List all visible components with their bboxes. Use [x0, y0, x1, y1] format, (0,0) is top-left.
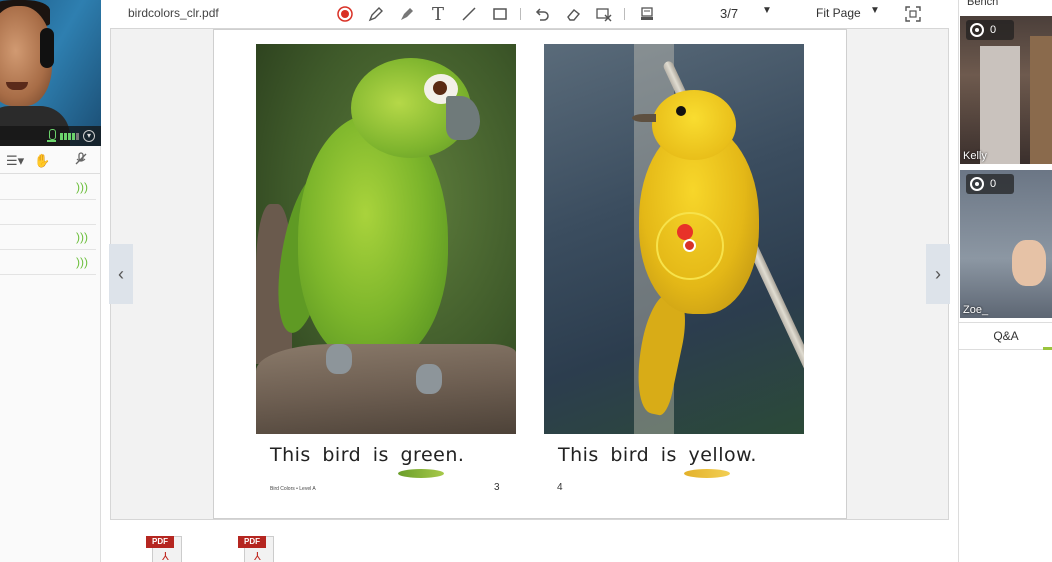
prev-page-button[interactable]: ‹ — [109, 244, 133, 304]
zoom-select[interactable]: Fit Page — [816, 6, 861, 20]
pdf-page[interactable]: This bird is green. This bird is yellow.… — [213, 29, 847, 519]
audio-wave-icon: ))) — [76, 180, 88, 194]
line-icon[interactable] — [458, 3, 480, 25]
student-name: Zoe_ — [963, 304, 989, 316]
eraser-icon[interactable] — [562, 3, 584, 25]
document-filename: birdcolors_clr.pdf — [128, 6, 219, 20]
award-icon — [970, 177, 984, 191]
audio-level-meter — [60, 132, 79, 140]
parrot-photo — [256, 44, 516, 434]
file-strip: PDF ⅄ PDF ⅄ — [110, 522, 949, 562]
list-item[interactable]: ))) — [0, 250, 96, 275]
clear-icon[interactable] — [593, 3, 615, 25]
mic-icon[interactable] — [46, 129, 56, 143]
pdf-file-icon[interactable]: PDF ⅄ — [146, 532, 186, 562]
toolbar-divider — [520, 8, 521, 20]
highlighter-icon[interactable] — [396, 3, 418, 25]
star-badge[interactable]: 0 — [966, 20, 1014, 40]
acrobat-icon: ⅄ — [162, 551, 169, 562]
rectangle-icon[interactable] — [489, 3, 511, 25]
document-toolbar: birdcolors_clr.pdf T 3/7 ▼ Fit Page ▼ — [112, 0, 948, 28]
right-panel: Bench 0 Kelly 0 Zoe_ Q&A — [958, 0, 1052, 562]
student-video-tile[interactable]: 0 Zoe_ — [960, 170, 1052, 318]
warbler-photo — [544, 44, 804, 434]
award-icon — [970, 23, 984, 37]
list-menu-icon[interactable]: ☰▾ — [6, 153, 24, 169]
feather-icon — [398, 469, 444, 478]
annotation-dot[interactable] — [677, 224, 693, 240]
feather-icon — [684, 469, 730, 478]
acrobat-icon: ⅄ — [254, 551, 261, 562]
page-indicator[interactable]: 3/7 — [720, 6, 738, 21]
next-page-button[interactable]: › — [926, 244, 950, 304]
pointer-cursor — [683, 239, 696, 252]
audio-wave-icon: ))) — [76, 230, 88, 244]
headset — [40, 28, 54, 68]
mute-all-icon[interactable] — [74, 152, 88, 169]
list-item[interactable] — [0, 200, 96, 225]
star-badge[interactable]: 0 — [966, 174, 1014, 194]
pdf-file-icon[interactable]: PDF ⅄ — [238, 532, 278, 562]
page-number: 4 — [557, 482, 563, 493]
stamp-icon[interactable] — [636, 3, 658, 25]
page-footer: Bird Colors • Level A — [270, 486, 316, 492]
chevron-down-icon[interactable]: ▼ — [870, 5, 880, 16]
undo-icon[interactable] — [531, 3, 553, 25]
chevron-down-icon[interactable]: ▾ — [83, 130, 95, 142]
audio-wave-icon: ))) — [76, 255, 88, 269]
chevron-left-icon: ‹ — [118, 263, 124, 284]
bench-label: Bench — [967, 0, 999, 8]
student-name: Kelly — [963, 150, 987, 162]
record-icon[interactable] — [334, 3, 356, 25]
participant-list: ))) ))) ))) — [0, 175, 96, 275]
hand-raise-icon[interactable]: ✋ — [34, 153, 50, 169]
student-video-tile[interactable]: 0 Kelly — [960, 16, 1052, 164]
teacher-audio-bar: ▾ — [0, 126, 101, 146]
tab-qa[interactable]: Q&A — [959, 322, 1052, 350]
pencil-icon[interactable] — [365, 3, 387, 25]
caption-left: This bird is green. — [270, 444, 465, 466]
caption-right: This bird is yellow. — [558, 444, 757, 466]
page-number: 3 — [494, 482, 500, 493]
participant-toolbar: ☰▾ ✋ — [0, 148, 101, 174]
toolbar-divider — [624, 8, 625, 20]
list-item[interactable]: ))) — [0, 225, 96, 250]
list-item[interactable]: ))) — [0, 175, 96, 200]
chevron-down-icon[interactable]: ▼ — [762, 5, 772, 16]
fit-screen-icon[interactable] — [902, 3, 924, 25]
document-viewer: ‹ This bird is green. This bird is yello… — [109, 28, 950, 520]
text-icon[interactable]: T — [427, 3, 449, 25]
left-panel: ▾ ☰▾ ✋ ))) ))) ))) — [0, 0, 101, 562]
chevron-right-icon: › — [935, 263, 941, 284]
teacher-video: ▾ — [0, 0, 101, 146]
